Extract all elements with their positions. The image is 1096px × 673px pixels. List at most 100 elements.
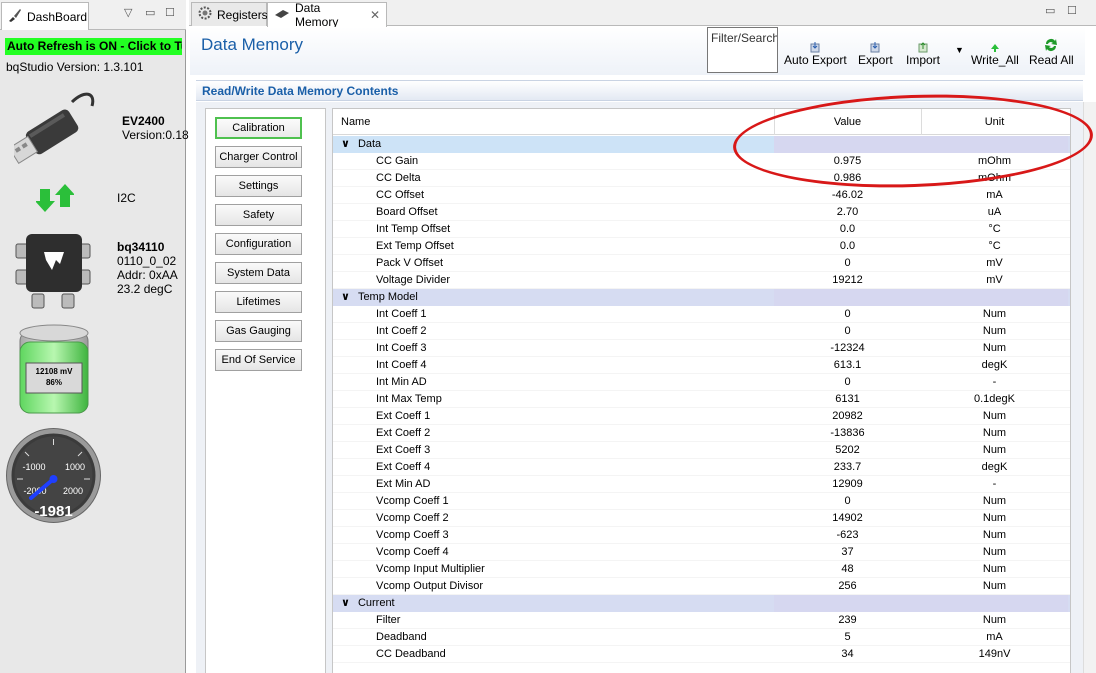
row-value[interactable]: 19212	[774, 272, 921, 289]
row-value[interactable]: 0	[774, 255, 921, 272]
row-value[interactable]: 34	[774, 646, 921, 663]
table-row[interactable]: Vcomp Coeff 4 37 Num	[333, 544, 1070, 561]
tab-registers[interactable]: Registers	[191, 2, 268, 26]
row-value[interactable]: 0.0	[774, 238, 921, 255]
table-row[interactable]: Ext Coeff 3 5202 Num	[333, 442, 1070, 459]
table-row[interactable]: Int Temp Offset 0.0 °C	[333, 221, 1070, 238]
device-name: bq34110	[117, 240, 165, 254]
row-unit: °C	[988, 223, 1001, 235]
row-value[interactable]: 256	[774, 578, 921, 595]
transfer-arrows-icon	[35, 183, 75, 216]
category-system-data[interactable]: System Data	[215, 262, 302, 284]
category-settings[interactable]: Settings	[215, 175, 302, 197]
column-header-name[interactable]: Name	[341, 109, 370, 135]
table-row[interactable]: Ext Coeff 1 20982 Num	[333, 408, 1070, 425]
minimize-icon[interactable]: ▭	[1045, 4, 1055, 17]
table-row[interactable]: Ext Min AD 12909 -	[333, 476, 1070, 493]
row-value[interactable]: 0.986	[774, 170, 921, 187]
row-value[interactable]: 0	[774, 493, 921, 510]
category-lifetimes[interactable]: Lifetimes	[215, 291, 302, 313]
row-value[interactable]: 0	[774, 306, 921, 323]
minimize-icon[interactable]: ▭	[145, 6, 155, 19]
row-value[interactable]: 14902	[774, 510, 921, 527]
vertical-scrollbar[interactable]	[1083, 102, 1096, 673]
row-value[interactable]: 12909	[774, 476, 921, 493]
category-safety[interactable]: Safety	[215, 204, 302, 226]
row-value[interactable]: 2.70	[774, 204, 921, 221]
row-value[interactable]: 20982	[774, 408, 921, 425]
group-row[interactable]: ∨ Temp Model	[333, 289, 1070, 306]
table-row[interactable]: Int Coeff 2 0 Num	[333, 323, 1070, 340]
maximize-icon[interactable]: ☐	[165, 6, 175, 19]
row-value[interactable]: 5	[774, 629, 921, 646]
table-row[interactable]: Pack V Offset 0 mV	[333, 255, 1070, 272]
table-row[interactable]: Board Offset 2.70 uA	[333, 204, 1070, 221]
table-row[interactable]: Vcomp Coeff 1 0 Num	[333, 493, 1070, 510]
row-unit: mA	[986, 631, 1003, 643]
table-row[interactable]: Vcomp Coeff 3 -623 Num	[333, 527, 1070, 544]
table-row[interactable]: Int Coeff 4 613.1 degK	[333, 357, 1070, 374]
category-calibration[interactable]: Calibration	[215, 117, 302, 139]
row-value[interactable]: -623	[774, 527, 921, 544]
row-value[interactable]: -13836	[774, 425, 921, 442]
tab-data-memory[interactable]: Data Memory ✕	[267, 1, 387, 29]
table-row[interactable]: Vcomp Input Multiplier 48 Num	[333, 561, 1070, 578]
close-icon[interactable]: ✕	[370, 8, 380, 22]
row-name: Vcomp Coeff 1	[376, 495, 449, 507]
table-row[interactable]: Ext Coeff 2 -13836 Num	[333, 425, 1070, 442]
category-charger-control[interactable]: Charger Control	[215, 146, 302, 168]
row-value[interactable]: 0	[774, 323, 921, 340]
table-row[interactable]: Deadband 5 mA	[333, 629, 1070, 646]
table-row[interactable]: CC Deadband 34 149nV	[333, 646, 1070, 663]
filter-search-input[interactable]: Filter/Search	[707, 27, 778, 73]
chevron-down-icon[interactable]: ∨	[341, 597, 350, 609]
row-value[interactable]: 233.7	[774, 459, 921, 476]
table-row[interactable]: Int Coeff 3 -12324 Num	[333, 340, 1070, 357]
chevron-down-icon[interactable]: ∨	[341, 291, 350, 303]
table-row[interactable]: Vcomp Output Divisor 256 Num	[333, 578, 1070, 595]
category-configuration[interactable]: Configuration	[215, 233, 302, 255]
column-header-unit[interactable]: Unit	[921, 109, 1068, 135]
row-value[interactable]: 239	[774, 612, 921, 629]
category-end-of-service[interactable]: End Of Service	[215, 349, 302, 371]
row-value[interactable]: 0	[774, 374, 921, 391]
category-gas-gauging[interactable]: Gas Gauging	[215, 320, 302, 342]
auto-refresh-toggle[interactable]: Auto Refresh is ON - Click to Tu	[5, 38, 182, 55]
import-button[interactable]: Import	[906, 33, 940, 67]
table-row[interactable]: Voltage Divider 19212 mV	[333, 272, 1070, 289]
table-row[interactable]: Vcomp Coeff 2 14902 Num	[333, 510, 1070, 527]
auto-export-button[interactable]: Auto Export	[784, 33, 847, 67]
row-value[interactable]: 0.0	[774, 221, 921, 238]
table-row[interactable]: CC Offset -46.02 mA	[333, 187, 1070, 204]
row-value[interactable]: -46.02	[774, 187, 921, 204]
export-button[interactable]: Export	[858, 33, 893, 67]
view-menu-icon[interactable]: ▽	[124, 6, 132, 19]
table-row[interactable]: CC Gain 0.975 mOhm	[333, 153, 1070, 170]
table-row[interactable]: Ext Temp Offset 0.0 °C	[333, 238, 1070, 255]
maximize-icon[interactable]: ☐	[1067, 4, 1077, 17]
group-row[interactable]: ∨ Current	[333, 595, 1070, 612]
row-value[interactable]: 6131	[774, 391, 921, 408]
import-dropdown-icon[interactable]: ▼	[955, 45, 964, 55]
row-value[interactable]: 37	[774, 544, 921, 561]
row-unit: Num	[982, 563, 1007, 575]
table-row[interactable]: CC Delta 0.986 mOhm	[333, 170, 1070, 187]
row-value[interactable]: 613.1	[774, 357, 921, 374]
read-all-button[interactable]: Read All	[1029, 33, 1074, 67]
export-icon	[869, 33, 881, 53]
table-row[interactable]: Int Max Temp 6131 0.1degK	[333, 391, 1070, 408]
chip-icon	[274, 8, 290, 22]
row-value[interactable]: -12324	[774, 340, 921, 357]
table-row[interactable]: Filter 239 Num	[333, 612, 1070, 629]
row-value[interactable]: 5202	[774, 442, 921, 459]
table-row[interactable]: Int Coeff 1 0 Num	[333, 306, 1070, 323]
table-row[interactable]: Ext Coeff 4 233.7 degK	[333, 459, 1070, 476]
write-all-button[interactable]: Write_All	[971, 33, 1019, 67]
row-value[interactable]: 0.975	[774, 153, 921, 170]
table-row[interactable]: Int Min AD 0 -	[333, 374, 1070, 391]
column-header-value[interactable]: Value	[774, 109, 921, 135]
dashboard-tab[interactable]: DashBoard	[1, 2, 89, 30]
group-row[interactable]: ∨ Data	[333, 136, 1070, 153]
row-value[interactable]: 48	[774, 561, 921, 578]
chevron-down-icon[interactable]: ∨	[341, 138, 350, 150]
